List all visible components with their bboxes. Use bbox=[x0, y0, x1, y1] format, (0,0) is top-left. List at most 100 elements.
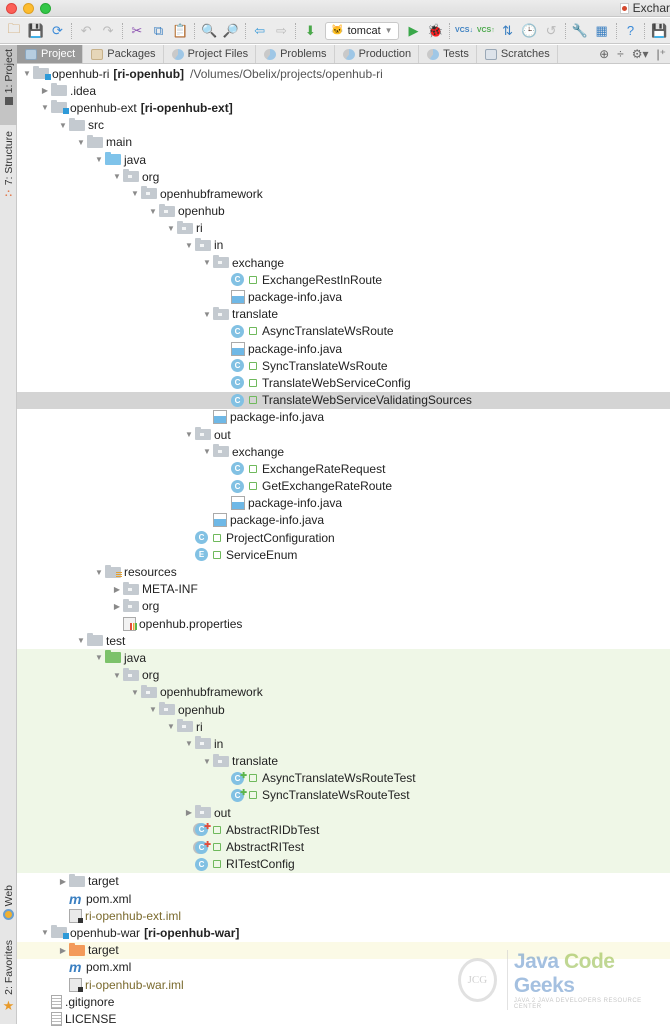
tree-node[interactable]: ▼ in bbox=[17, 237, 670, 254]
tree-node[interactable]: package-info.java bbox=[17, 340, 670, 357]
tree-node[interactable]: ▼ out bbox=[17, 426, 670, 443]
tree-node[interactable]: ▼ ri bbox=[17, 718, 670, 736]
expanded-arrow-icon[interactable]: ▼ bbox=[147, 705, 159, 714]
save-green-button[interactable]: 💾 bbox=[648, 20, 670, 42]
tree-node[interactable]: C ✚ AbstractRITest bbox=[17, 838, 670, 856]
tab-scratches[interactable]: Scratches bbox=[477, 45, 558, 63]
copy-button[interactable]: ⧉ bbox=[148, 20, 170, 42]
redo-button[interactable]: ↷ bbox=[97, 20, 119, 42]
save-button[interactable]: 💾 bbox=[25, 20, 47, 42]
tree-node[interactable]: ▼ exchange bbox=[17, 254, 670, 271]
expanded-arrow-icon[interactable]: ▼ bbox=[111, 671, 123, 680]
tab-tests[interactable]: Tests bbox=[419, 45, 477, 63]
tree-node[interactable]: ▼ openhub bbox=[17, 700, 670, 719]
settings-wrench-button[interactable]: 🔧 bbox=[569, 20, 591, 42]
tree-node[interactable]: package-info.java bbox=[17, 409, 670, 426]
expanded-arrow-icon[interactable]: ▼ bbox=[93, 155, 105, 164]
tab-packages[interactable]: Packages bbox=[83, 45, 164, 63]
tree-node[interactable]: ▼ src bbox=[17, 117, 670, 134]
scroll-from-source-icon[interactable]: ⊕ bbox=[599, 47, 609, 61]
tree-node[interactable]: ▼ org bbox=[17, 666, 670, 684]
tree-node[interactable]: ▼ ri bbox=[17, 220, 670, 237]
expanded-arrow-icon[interactable]: ▼ bbox=[201, 757, 213, 766]
tree-node[interactable]: m pom.xml bbox=[17, 890, 670, 907]
tree-node[interactable]: ▼ translate bbox=[17, 752, 670, 770]
tree-node[interactable]: ▼ test bbox=[17, 632, 670, 649]
tab-production[interactable]: Production bbox=[335, 45, 420, 63]
tree-node[interactable]: C ✚ AbstractRIDbTest bbox=[17, 821, 670, 839]
expanded-arrow-icon[interactable]: ▼ bbox=[129, 189, 141, 198]
debug-button[interactable]: 🐞 bbox=[424, 20, 446, 42]
hide-icon[interactable]: |⁺ bbox=[657, 47, 666, 61]
side-tab-favorites[interactable]: 2: Favorites ★ bbox=[0, 940, 17, 1014]
run-button[interactable]: ▶ bbox=[403, 20, 425, 42]
editor-tab[interactable]: Exchar bbox=[619, 1, 670, 15]
side-tab-web[interactable]: Web bbox=[0, 885, 17, 921]
tree-node[interactable]: C ExchangeRateRequest bbox=[17, 460, 670, 477]
gear-icon[interactable]: ⚙▾ bbox=[632, 47, 649, 61]
expanded-arrow-icon[interactable]: ▼ bbox=[39, 928, 51, 937]
tree-node[interactable]: ▶ .idea bbox=[17, 82, 670, 99]
vcs-commit-button[interactable]: VCS↑ bbox=[475, 20, 497, 42]
expanded-arrow-icon[interactable]: ▼ bbox=[147, 207, 159, 216]
tree-node[interactable]: ▼ main bbox=[17, 134, 670, 151]
tree-node[interactable]: ▼ openhub-ext [ri-openhub-ext] bbox=[17, 99, 670, 116]
tab-problems[interactable]: Problems bbox=[256, 45, 335, 63]
expanded-arrow-icon[interactable]: ▼ bbox=[39, 103, 51, 112]
expanded-arrow-icon[interactable]: ▼ bbox=[183, 430, 195, 439]
expanded-arrow-icon[interactable]: ▼ bbox=[201, 258, 213, 267]
window-maximize-button[interactable] bbox=[40, 3, 51, 14]
tree-node[interactable]: ▼ in bbox=[17, 735, 670, 753]
tree-node[interactable]: C ProjectConfiguration bbox=[17, 529, 670, 546]
tree-node[interactable]: C GetExchangeRateRoute bbox=[17, 478, 670, 495]
expanded-arrow-icon[interactable]: ▼ bbox=[165, 224, 177, 233]
expanded-arrow-icon[interactable]: ▼ bbox=[93, 653, 105, 662]
tree-node[interactable]: ▼ java bbox=[17, 151, 670, 168]
expanded-arrow-icon[interactable]: ▼ bbox=[183, 739, 195, 748]
project-structure-button[interactable]: ▦ bbox=[591, 20, 613, 42]
back-button[interactable]: ⇦ bbox=[249, 20, 271, 42]
collapsed-arrow-icon[interactable]: ▶ bbox=[57, 877, 69, 886]
expanded-arrow-icon[interactable]: ▼ bbox=[129, 688, 141, 697]
tree-node[interactable]: ▶ out bbox=[17, 804, 670, 822]
expanded-arrow-icon[interactable]: ▼ bbox=[21, 69, 33, 78]
expanded-arrow-icon[interactable]: ▼ bbox=[57, 121, 69, 130]
tree-node[interactable]: ▼ openhub-war [ri-openhub-war] bbox=[17, 924, 670, 941]
make-project-button[interactable]: ⬇ bbox=[299, 20, 321, 42]
expanded-arrow-icon[interactable]: ▼ bbox=[183, 241, 195, 250]
revert-button[interactable]: ↺ bbox=[540, 20, 562, 42]
tree-node[interactable]: ri-openhub-ext.iml bbox=[17, 907, 670, 924]
tree-node[interactable]: C TranslateWebServiceConfig bbox=[17, 374, 670, 391]
expanded-arrow-icon[interactable]: ▼ bbox=[165, 722, 177, 731]
window-close-button[interactable] bbox=[6, 3, 17, 14]
tree-node[interactable]: ▼ org bbox=[17, 168, 670, 185]
tree-node[interactable]: C RITestConfig bbox=[17, 855, 670, 873]
tree-node[interactable]: ▼ exchange bbox=[17, 443, 670, 460]
expanded-arrow-icon[interactable]: ▼ bbox=[201, 310, 213, 319]
tree-node[interactable]: C ExchangeRestInRoute bbox=[17, 271, 670, 288]
expanded-arrow-icon[interactable]: ▼ bbox=[75, 636, 87, 645]
tree-node[interactable]: ▼ openhub bbox=[17, 203, 670, 220]
tab-project[interactable]: Project bbox=[17, 45, 84, 63]
vcs-update-button[interactable]: VCS↓ bbox=[453, 20, 475, 42]
tree-node[interactable]: ▶ target bbox=[17, 873, 670, 890]
tree-node[interactable]: E ServiceEnum bbox=[17, 546, 670, 563]
tree-node[interactable]: ▼ resources bbox=[17, 563, 670, 580]
tree-node[interactable]: package-info.java bbox=[17, 288, 670, 305]
tree-node[interactable]: ▶ META-INF bbox=[17, 581, 670, 598]
run-config-selector[interactable]: 🐱 tomcat ▼ bbox=[325, 21, 399, 40]
undo-button[interactable]: ↶ bbox=[75, 20, 97, 42]
window-minimize-button[interactable] bbox=[23, 3, 34, 14]
tree-node[interactable]: ▼ openhubframework bbox=[17, 185, 670, 202]
open-button[interactable]: 🗀 bbox=[3, 20, 25, 42]
tree-node[interactable]: ▼ translate bbox=[17, 306, 670, 323]
tree-node[interactable]: ▼ openhub-ri [ri-openhub] /Volumes/Obelix/… bbox=[17, 65, 670, 82]
tree-node[interactable]: package-info.java bbox=[17, 495, 670, 512]
replace-button[interactable]: 🔎 bbox=[220, 20, 242, 42]
tree-node[interactable]: ▼ java bbox=[17, 649, 670, 667]
tree-node[interactable]: C ✚ AsyncTranslateWsRouteTest bbox=[17, 769, 670, 787]
help-button[interactable]: ? bbox=[620, 20, 642, 42]
expanded-arrow-icon[interactable]: ▼ bbox=[111, 172, 123, 181]
expanded-arrow-icon[interactable]: ▼ bbox=[93, 568, 105, 577]
tree-node[interactable]: C TranslateWebServiceValidatingSources bbox=[17, 391, 670, 409]
